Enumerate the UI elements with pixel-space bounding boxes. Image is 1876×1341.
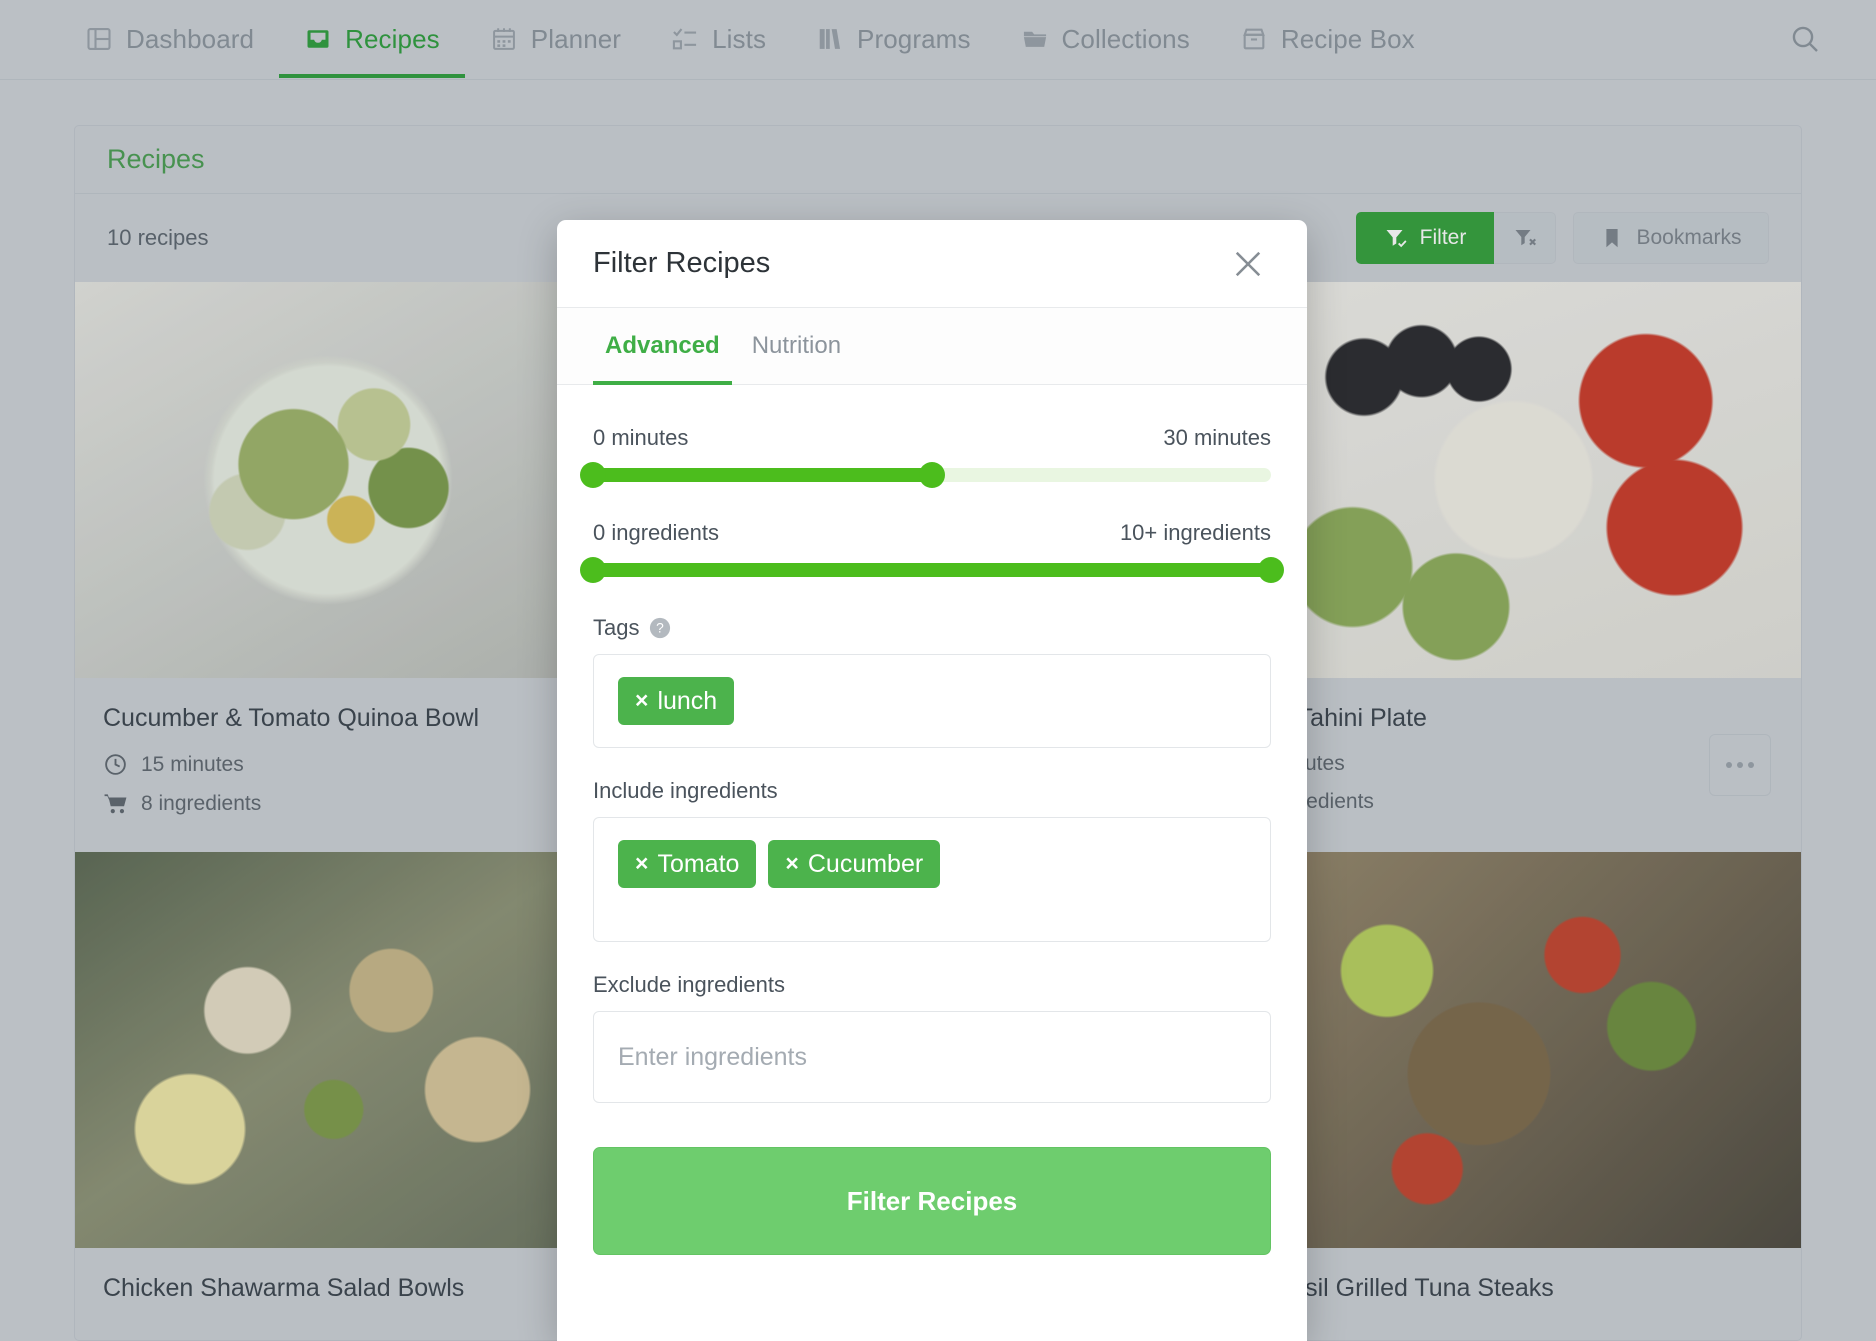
time-slider-fill [593, 468, 932, 482]
include-ingredients-field: Include ingredients × Tomato × Cucumber [593, 778, 1271, 942]
app-root: Dashboard Recipes Planner Lists Programs… [0, 0, 1876, 1341]
time-slider-max-label: 30 minutes [1163, 425, 1271, 450]
tag-token[interactable]: × lunch [618, 677, 735, 725]
tags-label: Tags [593, 615, 640, 640]
tab-label: Nutrition [751, 332, 842, 359]
close-icon[interactable] [1225, 241, 1271, 287]
remove-ingredient-icon[interactable]: × [635, 850, 648, 878]
tag-token-label: lunch [657, 687, 718, 715]
ingredients-slider-min-label: 0 ingredients [593, 520, 719, 545]
include-ingredients-label: Include ingredients [593, 778, 778, 803]
time-range-slider[interactable]: 0 minutes 30 minutes [580, 425, 1271, 488]
include-ingredient-token[interactable]: × Tomato [618, 840, 757, 888]
filter-recipes-modal: Filter Recipes Advanced Nutrition 0 minu… [557, 220, 1307, 1341]
exclude-ingredients-label-row: Exclude ingredients [593, 972, 1271, 998]
time-slider-labels: 0 minutes 30 minutes [593, 425, 1271, 451]
tags-field: Tags ? × lunch [593, 615, 1271, 748]
tab-nutrition[interactable]: Nutrition [740, 308, 853, 385]
time-slider-thumb-min[interactable] [580, 462, 606, 488]
modal-tabs: Advanced Nutrition [557, 308, 1307, 385]
modal-body: 0 minutes 30 minutes 0 ingredients 10+ i… [557, 385, 1307, 1341]
filter-recipes-submit-button[interactable]: Filter Recipes [593, 1147, 1271, 1255]
modal-title: Filter Recipes [593, 247, 771, 279]
svg-text:?: ? [657, 621, 665, 636]
ingredients-slider-fill [593, 563, 1271, 577]
include-ingredient-label: Cucumber [807, 850, 924, 878]
include-ingredients-label-row: Include ingredients [593, 778, 1271, 804]
exclude-ingredients-label: Exclude ingredients [593, 972, 786, 997]
modal-header: Filter Recipes [557, 220, 1307, 308]
time-slider-rail[interactable] [580, 462, 1271, 488]
time-slider-min-label: 0 minutes [593, 425, 689, 450]
ingredients-range-slider[interactable]: 0 ingredients 10+ ingredients [580, 520, 1284, 583]
help-circle-icon[interactable]: ? [649, 617, 671, 639]
exclude-ingredients-field: Exclude ingredients Enter ingredients [593, 972, 1271, 1103]
tags-token-input[interactable]: × lunch [593, 654, 1271, 748]
exclude-ingredients-input[interactable]: Enter ingredients [593, 1011, 1271, 1103]
time-slider-thumb-max[interactable] [919, 462, 945, 488]
tags-label-row: Tags ? [593, 615, 1271, 641]
ingredients-slider-max-label: 10+ ingredients [1119, 520, 1271, 545]
ingredients-slider-labels: 0 ingredients 10+ ingredients [593, 520, 1271, 546]
include-ingredients-token-input[interactable]: × Tomato × Cucumber [593, 817, 1271, 942]
include-ingredient-label: Tomato [657, 850, 740, 878]
ingredients-slider-thumb-max[interactable] [1258, 557, 1284, 583]
tab-label: Advanced [605, 332, 720, 359]
remove-tag-icon[interactable]: × [635, 687, 648, 715]
tab-advanced[interactable]: Advanced [593, 308, 732, 385]
include-ingredient-token[interactable]: × Cucumber [768, 840, 941, 888]
ingredients-slider-thumb-min[interactable] [580, 557, 606, 583]
remove-ingredient-icon[interactable]: × [785, 850, 798, 878]
ingredients-slider-rail[interactable] [580, 557, 1284, 583]
